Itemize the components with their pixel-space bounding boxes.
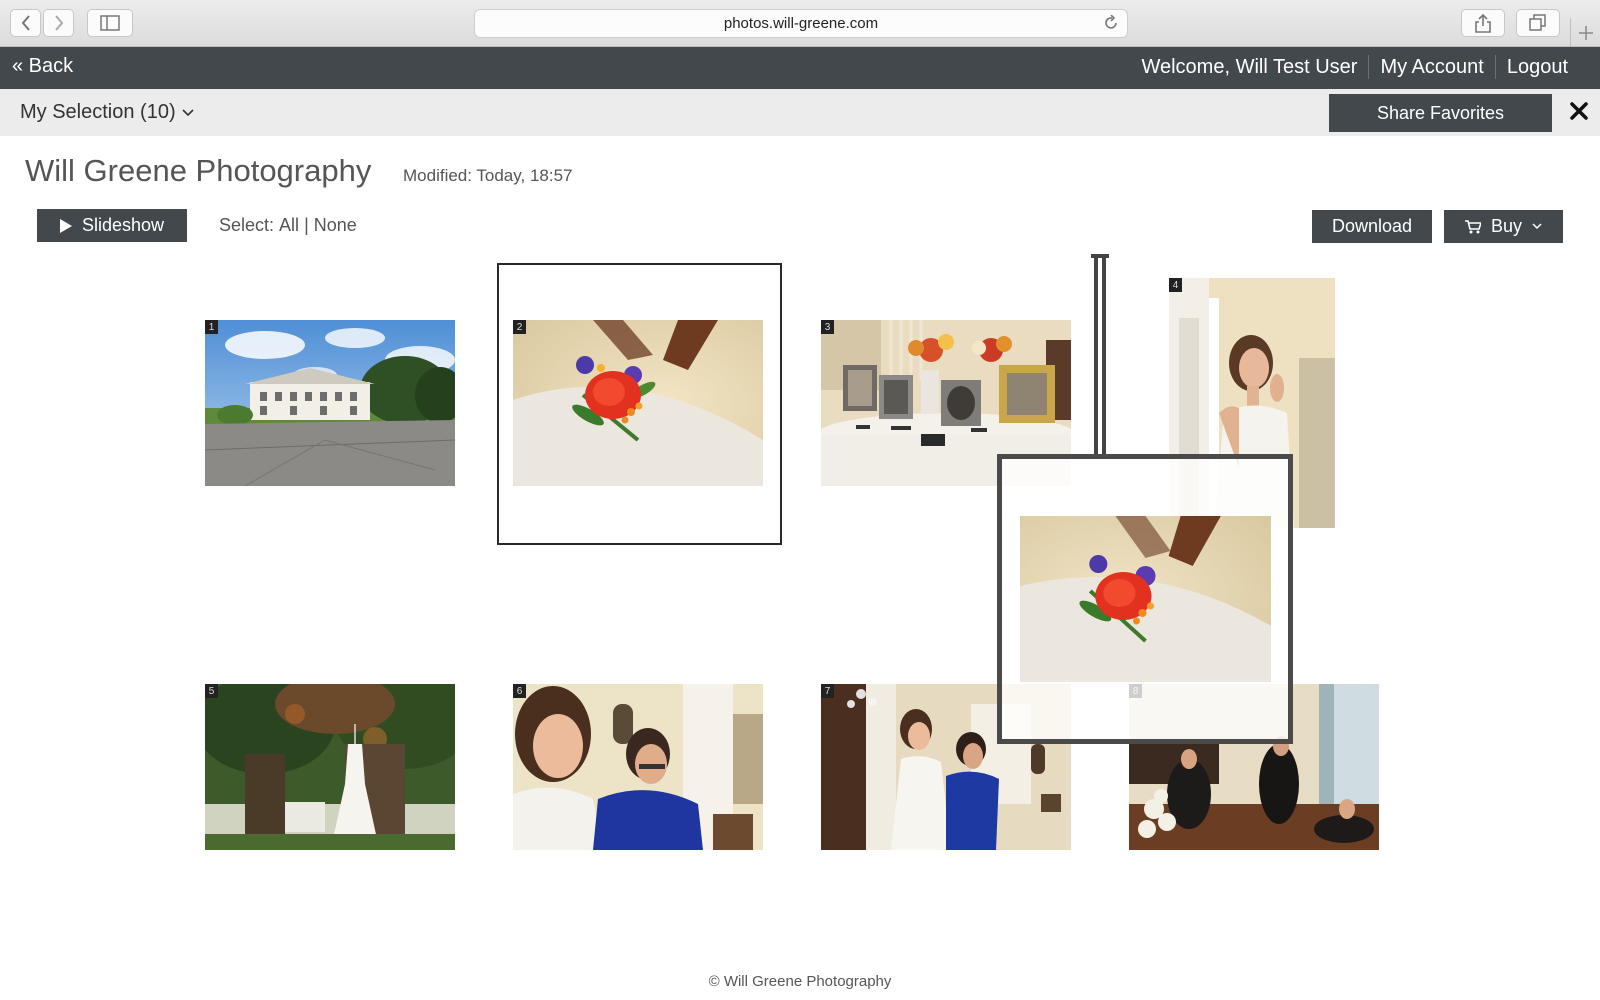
photo-number: 3: [821, 320, 834, 334]
photo-number: 1: [205, 320, 218, 334]
share-icon: [1475, 13, 1491, 33]
photo-number: 5: [205, 684, 218, 698]
browser-forward-button[interactable]: [43, 9, 74, 37]
logout-link[interactable]: Logout: [1507, 56, 1568, 79]
tabs-icon: [1529, 14, 1546, 31]
account-nav: Welcome, Will Test User My Account Logou…: [1141, 55, 1568, 79]
photo-thumbnail-5[interactable]: 5: [205, 684, 455, 850]
my-selection-label: My Selection (10): [20, 101, 176, 123]
select-controls: Select: All | None: [219, 215, 357, 236]
nav-divider: [1368, 55, 1370, 79]
photo-image: [205, 684, 455, 850]
welcome-text: Welcome, Will Test User: [1141, 55, 1358, 78]
slideshow-button[interactable]: Slideshow: [37, 209, 187, 242]
back-link[interactable]: « Back: [12, 55, 73, 78]
photo-thumbnail-2[interactable]: 2: [513, 320, 763, 486]
buy-button[interactable]: Buy: [1444, 210, 1563, 243]
browser-toolbar: photos.will-greene.com: [0, 0, 1600, 47]
close-icon: [1570, 102, 1588, 120]
browser-back-button[interactable]: [10, 9, 41, 37]
photo-image: [205, 320, 455, 486]
cart-icon: [1464, 219, 1481, 233]
gallery-title: Will Greene Photography: [25, 153, 372, 188]
select-prefix: Select:: [219, 215, 275, 235]
footer-copyright: © Will Greene Photography: [708, 973, 892, 990]
download-button[interactable]: Download: [1312, 210, 1432, 243]
modified-timestamp: Modified: Today, 18:57: [403, 166, 573, 185]
drag-insert-indicator: [1091, 254, 1109, 454]
buy-label: Buy: [1490, 216, 1523, 236]
dragged-photo-ghost[interactable]: [997, 454, 1293, 744]
photo-number: 6: [513, 684, 526, 698]
chevron-down-icon: [182, 108, 194, 116]
slideshow-label: Slideshow: [81, 215, 165, 235]
url-text: photos.will-greene.com: [723, 15, 879, 32]
my-account-link[interactable]: My Account: [1380, 56, 1483, 79]
new-tab-button[interactable]: [1570, 18, 1600, 47]
play-icon: [59, 218, 72, 233]
share-favorites-button[interactable]: Share Favorites: [1329, 94, 1552, 132]
plus-icon: [1578, 25, 1593, 40]
photo-number: 4: [1169, 278, 1182, 292]
photo-thumbnail-6[interactable]: 6: [513, 684, 763, 850]
select-separator: |: [304, 215, 309, 235]
photo-image: [513, 320, 763, 486]
sidebar-toggle-button[interactable]: [87, 9, 133, 37]
my-selection-dropdown[interactable]: My Selection (10): [20, 101, 194, 124]
photo-number: 7: [821, 684, 834, 698]
chevron-left-icon: [21, 15, 30, 31]
photo-image: [513, 684, 763, 850]
photo-number: 2: [513, 320, 526, 334]
sidebar-icon: [100, 15, 120, 31]
close-selection-button[interactable]: [1566, 98, 1592, 124]
show-tabs-button[interactable]: [1516, 9, 1560, 37]
address-bar[interactable]: photos.will-greene.com: [474, 9, 1128, 38]
dragged-photo-image: [1020, 516, 1271, 682]
reload-icon[interactable]: [1103, 14, 1119, 35]
chevron-right-icon: [54, 15, 63, 31]
select-none-link[interactable]: None: [314, 215, 357, 236]
select-all-link[interactable]: All: [279, 215, 299, 236]
share-page-button[interactable]: [1461, 9, 1505, 37]
photo-thumbnail-1[interactable]: 1: [205, 320, 455, 486]
site-top-bar: « Back Welcome, Will Test User My Accoun…: [0, 47, 1600, 89]
selection-bar: My Selection (10) Share Favorites: [0, 89, 1600, 136]
chevron-down-icon: [1532, 223, 1542, 230]
nav-divider: [1494, 55, 1496, 79]
